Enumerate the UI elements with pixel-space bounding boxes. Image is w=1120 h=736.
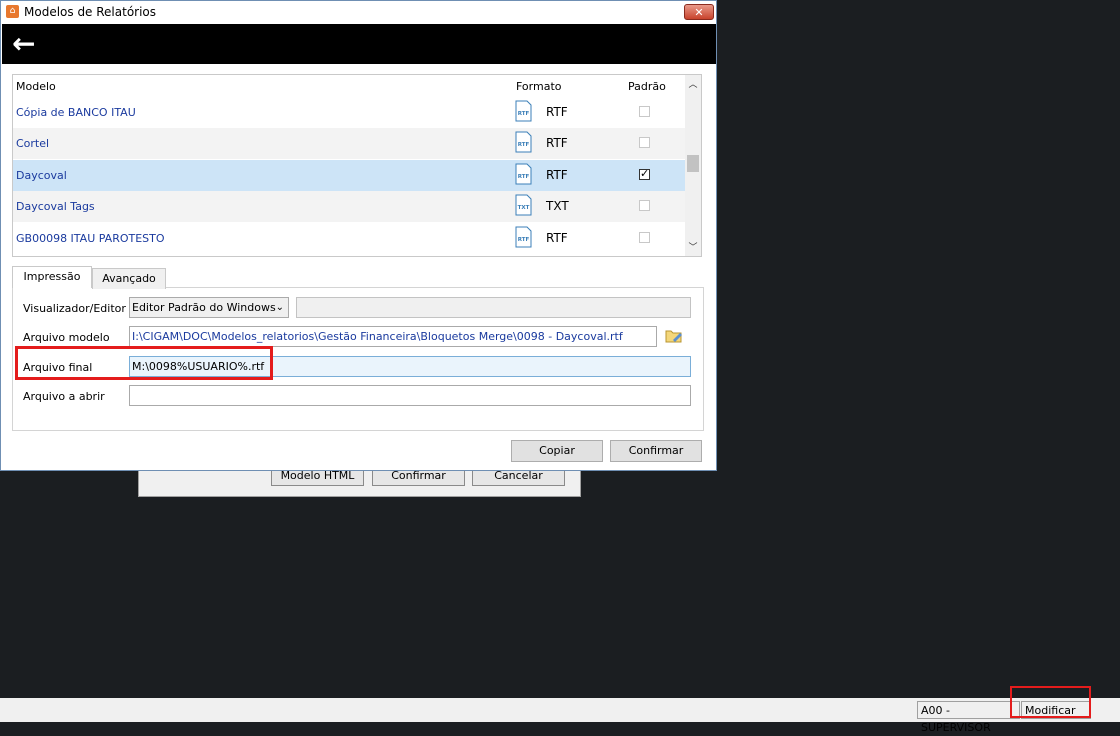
copiar-button[interactable]: Copiar (511, 440, 603, 462)
table-row[interactable]: Cortel RTF RTF (13, 128, 685, 160)
column-header-padrao[interactable]: Padrão (628, 80, 666, 93)
format-label: TXT (546, 199, 569, 214)
visualizador-value: Editor Padrão do Windows (132, 301, 276, 314)
highlight-box-arquivo-final (15, 346, 273, 380)
confirmar-button[interactable]: Confirmar (610, 440, 702, 462)
svg-text:RTF: RTF (518, 174, 530, 180)
default-checkbox[interactable] (639, 106, 650, 117)
default-checkbox[interactable] (639, 137, 650, 149)
format-label: RTF (546, 230, 568, 245)
folder-edit-icon[interactable] (665, 328, 683, 343)
model-name: Cópia de BANCO ITAU (16, 106, 136, 119)
highlight-box-modificar (1010, 686, 1091, 718)
file-type-icon: RTF (515, 163, 532, 185)
tab-avancado[interactable]: Avançado (92, 268, 166, 289)
default-checkbox[interactable] (639, 167, 650, 180)
visualizador-label: Visualizador/Editor (23, 302, 126, 315)
format-label: RTF (546, 136, 568, 151)
scroll-thumb[interactable] (687, 155, 699, 172)
default-checkbox[interactable] (639, 231, 650, 243)
back-arrow-icon[interactable]: ← (12, 29, 35, 59)
tab-impressao[interactable]: Impressão (12, 266, 92, 288)
table-row[interactable]: Daycoval RTF RTF (13, 159, 685, 191)
scroll-up-icon[interactable]: ︿ (685, 78, 701, 92)
app-icon: ⌂ (6, 5, 19, 18)
window-title: Modelos de Relatórios (24, 5, 157, 19)
model-name: GB00098 ITAU PAROTESTO (16, 231, 165, 245)
arquivo-modelo-label: Arquivo modelo (23, 331, 110, 344)
header-toolbar: ← (2, 24, 716, 64)
status-user: A00 - SUPERVISOR (917, 701, 1020, 734)
svg-text:RTF: RTF (518, 142, 530, 148)
format-label: RTF (546, 105, 568, 119)
visualizador-select[interactable]: Editor Padrão do Windows ⌄ (129, 297, 289, 318)
visualizador-extra-field (296, 297, 691, 318)
table-row[interactable]: Cópia de BANCO ITAU RTF RTF (13, 97, 685, 128)
title-bar: ⌂ Modelos de Relatórios ✕ (1, 1, 716, 24)
chevron-down-icon: ⌄ (275, 302, 284, 313)
status-bar: A00 - SUPERVISOR Modificar (0, 698, 1120, 734)
column-header-formato[interactable]: Formato (516, 80, 562, 93)
scroll-down-icon[interactable]: ﹀ (685, 241, 701, 255)
model-name: Cortel (16, 137, 50, 151)
svg-text:RTF: RTF (518, 111, 530, 117)
arquivo-abrir-label: Arquivo a abrir (23, 390, 105, 403)
file-type-icon: RTF (515, 226, 532, 248)
table-row[interactable]: Daycoval Tags TXT TXT (13, 191, 685, 223)
default-checkbox[interactable] (639, 200, 650, 212)
format-label: RTF (546, 167, 568, 182)
file-type-icon: RTF (515, 100, 532, 122)
svg-text:TXT: TXT (518, 205, 530, 211)
model-name: Daycoval Tags (16, 200, 95, 214)
arquivo-abrir-input[interactable] (129, 385, 691, 406)
arquivo-modelo-input[interactable]: I:\CIGAM\DOC\Modelos_relatorios\Gestão F… (129, 326, 657, 347)
grid-header: Modelo Formato Padrão (13, 75, 685, 97)
svg-text:RTF: RTF (518, 237, 530, 243)
table-row[interactable]: GB00098 ITAU PAROTESTO RTF RTF (13, 222, 685, 254)
column-header-modelo[interactable]: Modelo (16, 80, 56, 93)
file-type-icon: RTF (515, 131, 532, 153)
models-grid: Modelo Formato Padrão Cópia de BANCO ITA… (12, 74, 702, 257)
grid-scrollbar[interactable]: ︿ ﹀ (685, 75, 701, 256)
close-button[interactable]: ✕ (684, 4, 714, 20)
model-name: Daycoval (16, 168, 67, 182)
file-type-icon: TXT (515, 194, 532, 216)
